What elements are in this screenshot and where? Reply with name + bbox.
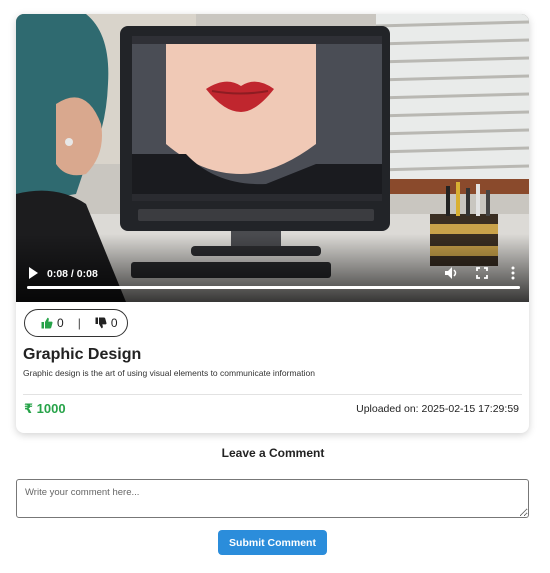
like-button[interactable]: 0	[41, 316, 64, 330]
like-count: 0	[57, 316, 64, 330]
dislike-count: 0	[110, 316, 118, 330]
volume-icon[interactable]	[444, 266, 458, 280]
course-description: Graphic design is the art of using visua…	[23, 368, 315, 378]
comment-heading: Leave a Comment	[221, 446, 325, 460]
more-options-icon[interactable]	[511, 266, 515, 280]
video-time: 0:08 / 0:08	[47, 268, 98, 280]
course-title: Graphic Design	[23, 346, 142, 363]
dislike-button[interactable]: 0	[95, 316, 118, 330]
video-progress-bar[interactable]	[27, 286, 520, 289]
submit-comment-button[interactable]: Submit Comment	[218, 530, 327, 555]
course-card: 0:08 / 0:08 0 | 0 Graphic Design Graphic…	[16, 14, 529, 433]
upload-date: Uploaded on: 2025-02-15 17:29:59	[356, 403, 519, 415]
play-icon[interactable]	[28, 267, 38, 279]
card-divider	[23, 394, 522, 395]
thumbs-down-icon	[95, 317, 107, 329]
video-player[interactable]: 0:08 / 0:08	[16, 14, 529, 302]
video-controls: 0:08 / 0:08	[16, 258, 529, 302]
vote-buttons: 0 | 0	[24, 309, 128, 337]
thumbs-up-icon	[41, 317, 53, 329]
video-progress-fill	[27, 286, 520, 289]
vote-separator: |	[77, 316, 81, 330]
course-price: ₹ 1000	[24, 401, 66, 416]
comment-input[interactable]	[16, 479, 529, 518]
fullscreen-icon[interactable]	[476, 267, 488, 279]
